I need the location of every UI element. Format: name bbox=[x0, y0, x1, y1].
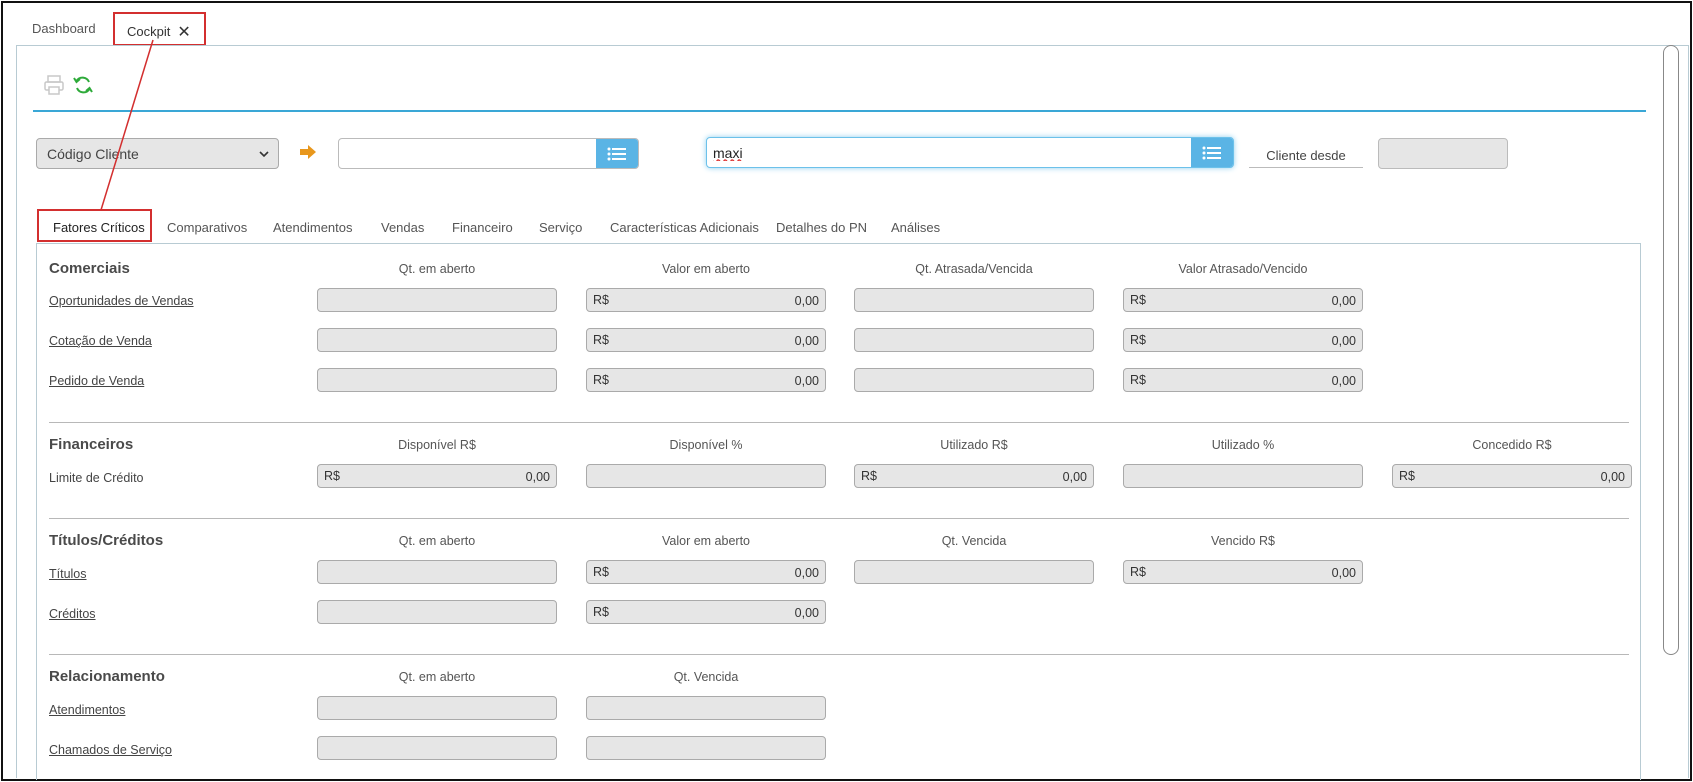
value: 0,00 bbox=[794, 606, 819, 620]
field-qt-atrasada bbox=[854, 288, 1094, 312]
field-utilizado-pct bbox=[1123, 464, 1363, 488]
section-title-financeiros: Financeiros bbox=[49, 436, 134, 453]
currency-label: R$ bbox=[593, 293, 609, 307]
label-limite-de-credito: Limite de Crédito bbox=[49, 471, 144, 485]
field-qt-aberto bbox=[317, 560, 557, 584]
col-head: Valor Atrasado/Vencido bbox=[1178, 262, 1308, 276]
value: 0,00 bbox=[1331, 334, 1356, 348]
divider bbox=[49, 518, 1629, 519]
field-qt-atrasada bbox=[854, 328, 1094, 352]
link-cotacao-de-venda[interactable]: Cotação de Venda bbox=[49, 334, 152, 348]
field-qt-vencida bbox=[586, 736, 826, 760]
field-valor-atrasado: R$ 0,00 bbox=[1123, 328, 1363, 352]
content-panel bbox=[36, 243, 1641, 780]
field-valor-aberto: R$ 0,00 bbox=[586, 288, 826, 312]
value: 0,00 bbox=[794, 294, 819, 308]
section-title-comerciais: Comerciais bbox=[49, 260, 130, 277]
field-qt-aberto bbox=[317, 328, 557, 352]
field-qt-aberto bbox=[317, 368, 557, 392]
field-vencido: R$ 0,00 bbox=[1123, 560, 1363, 584]
link-titulos[interactable]: Títulos bbox=[49, 567, 87, 581]
field-valor-atrasado: R$ 0,00 bbox=[1123, 288, 1363, 312]
field-qt-aberto bbox=[317, 600, 557, 624]
field-qt-vencida bbox=[854, 560, 1094, 584]
col-head: Qt. Vencida bbox=[941, 534, 1007, 548]
currency-label: R$ bbox=[1130, 293, 1146, 307]
value: 0,00 bbox=[1062, 470, 1087, 484]
field-valor-atrasado: R$ 0,00 bbox=[1123, 368, 1363, 392]
currency-label: R$ bbox=[1399, 469, 1415, 483]
field-utilizado: R$ 0,00 bbox=[854, 464, 1094, 488]
field-valor-aberto: R$ 0,00 bbox=[586, 368, 826, 392]
currency-label: R$ bbox=[593, 333, 609, 347]
value: 0,00 bbox=[525, 470, 550, 484]
col-head: Qt. em aberto bbox=[398, 262, 476, 276]
col-head: Qt. Vencida bbox=[673, 670, 739, 684]
field-qt-aberto bbox=[317, 696, 557, 720]
section-title-titulos-creditos: Títulos/Créditos bbox=[49, 532, 164, 549]
field-disponivel-pct bbox=[586, 464, 826, 488]
col-head: Utilizado % bbox=[1211, 438, 1275, 452]
link-atendimentos[interactable]: Atendimentos bbox=[49, 703, 125, 717]
link-chamados-de-servico[interactable]: Chamados de Serviço bbox=[49, 743, 172, 757]
section-title-relacionamento: Relacionamento bbox=[49, 668, 165, 685]
value: 0,00 bbox=[1331, 374, 1356, 388]
col-head: Concedido R$ bbox=[1472, 438, 1552, 452]
link-pedido-de-venda[interactable]: Pedido de Venda bbox=[49, 374, 144, 388]
col-head: Qt. em aberto bbox=[398, 534, 476, 548]
col-head: Qt. Atrasada/Vencida bbox=[915, 262, 1033, 276]
value: 0,00 bbox=[1331, 294, 1356, 308]
col-head: Utilizado R$ bbox=[940, 438, 1008, 452]
value: 0,00 bbox=[794, 566, 819, 580]
field-concedido: R$ 0,00 bbox=[1392, 464, 1632, 488]
currency-label: R$ bbox=[593, 373, 609, 387]
col-head: Vencido R$ bbox=[1211, 534, 1275, 548]
divider bbox=[49, 422, 1629, 423]
field-valor-aberto: R$ 0,00 bbox=[586, 600, 826, 624]
col-head: Disponível R$ bbox=[398, 438, 476, 452]
value: 0,00 bbox=[1600, 470, 1625, 484]
col-head: Qt. em aberto bbox=[398, 670, 476, 684]
col-head: Valor em aberto bbox=[661, 534, 750, 548]
col-head: Disponível % bbox=[669, 438, 743, 452]
link-oportunidades-de-vendas[interactable]: Oportunidades de Vendas bbox=[49, 294, 194, 308]
field-qt-aberto bbox=[317, 288, 557, 312]
currency-label: R$ bbox=[324, 469, 340, 483]
field-qt-atrasada bbox=[854, 368, 1094, 392]
currency-label: R$ bbox=[593, 565, 609, 579]
col-head: Valor em aberto bbox=[661, 262, 750, 276]
field-valor-aberto: R$ 0,00 bbox=[586, 560, 826, 584]
field-valor-aberto: R$ 0,00 bbox=[586, 328, 826, 352]
value: 0,00 bbox=[1331, 566, 1356, 580]
currency-label: R$ bbox=[1130, 333, 1146, 347]
currency-label: R$ bbox=[861, 469, 877, 483]
link-creditos[interactable]: Créditos bbox=[49, 607, 96, 621]
currency-label: R$ bbox=[1130, 373, 1146, 387]
divider bbox=[49, 654, 1629, 655]
value: 0,00 bbox=[794, 374, 819, 388]
currency-label: R$ bbox=[593, 605, 609, 619]
field-qt-aberto bbox=[317, 736, 557, 760]
field-qt-vencida bbox=[586, 696, 826, 720]
currency-label: R$ bbox=[1130, 565, 1146, 579]
value: 0,00 bbox=[794, 334, 819, 348]
field-disponivel: R$ 0,00 bbox=[317, 464, 557, 488]
